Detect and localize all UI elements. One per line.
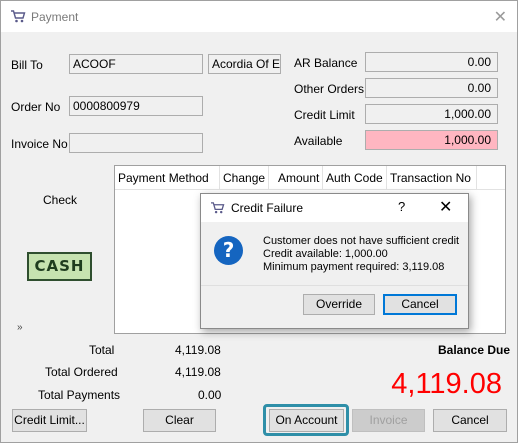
help-icon[interactable]: ? [398,199,405,214]
column-payment-method[interactable]: Payment Method [115,166,220,190]
order-no-label: Order No [11,100,61,114]
bill-to-label: Bill To [11,58,43,72]
dialog-title-bar: Credit Failure ? ✕ [201,194,468,222]
cart-icon [211,202,225,214]
chevron-down-icon[interactable]: » [17,322,23,333]
dialog-body: ? Customer does not have sufficient cred… [201,222,468,285]
window-title: Payment [31,10,79,24]
dialog-title: Credit Failure [231,201,304,215]
dialog-message-line: Customer does not have sufficient credit [263,235,460,247]
title-bar: Payment ✕ [1,1,517,32]
invoice-no-label: Invoice No [11,137,68,151]
close-icon[interactable]: ✕ [439,197,452,217]
total-label: Total [89,343,115,357]
dialog-divider [201,285,468,286]
available-label: Available [294,134,343,148]
close-icon[interactable]: ✕ [494,7,507,27]
credit-limit-button[interactable]: Credit Limit... [12,409,87,432]
bill-to-code-field[interactable]: ACOOF [69,54,203,74]
column-auth-code[interactable]: Auth Code [323,166,387,190]
dialog-message-line: Minimum payment required: 3,119.08 [263,261,445,273]
dialog-cancel-button[interactable]: Cancel [383,294,457,315]
invoice-button[interactable]: Invoice [352,409,425,432]
credit-limit-label: Credit Limit [294,108,355,122]
credit-limit-field: 1,000.00 [365,104,498,124]
bill-to-name-field[interactable]: Acordia Of Eva [208,54,281,74]
credit-failure-dialog: Credit Failure ? ✕ ? Customer does not h… [200,193,469,329]
total-value: 4,119.08 [175,343,221,357]
balance-due-label: Balance Due [438,343,511,357]
other-orders-field: 0.00 [365,78,498,98]
total-ordered-value: 4,119.08 [175,365,221,379]
check-method-label[interactable]: Check [43,193,77,207]
on-account-button[interactable]: On Account [269,409,344,432]
cart-icon [11,10,26,23]
column-change[interactable]: Change [220,166,269,190]
column-amount[interactable]: Amount [269,166,323,190]
grid-header: Payment Method Change Amount Auth Code T… [115,166,505,190]
override-button[interactable]: Override [303,294,375,315]
ar-balance-label: AR Balance [294,56,358,70]
cash-method-button[interactable]: CASH [27,252,92,281]
total-ordered-label: Total Ordered [45,365,118,379]
order-no-field[interactable]: 0000800979 [69,96,203,116]
cancel-button[interactable]: Cancel [433,409,507,432]
question-icon: ? [214,236,243,265]
balance-due-value: 4,119.08 [391,368,502,400]
available-field: 1,000.00 [365,130,498,150]
total-payments-label: Total Payments [38,388,121,402]
ar-balance-field: 0.00 [365,52,498,72]
dialog-message-line: Credit available: 1,000.00 [263,248,388,260]
total-payments-value: 0.00 [198,388,222,402]
other-orders-label: Other Orders [294,82,365,96]
column-transaction-no[interactable]: Transaction No [387,166,477,190]
clear-button[interactable]: Clear [143,409,216,432]
invoice-no-field[interactable] [69,133,203,153]
